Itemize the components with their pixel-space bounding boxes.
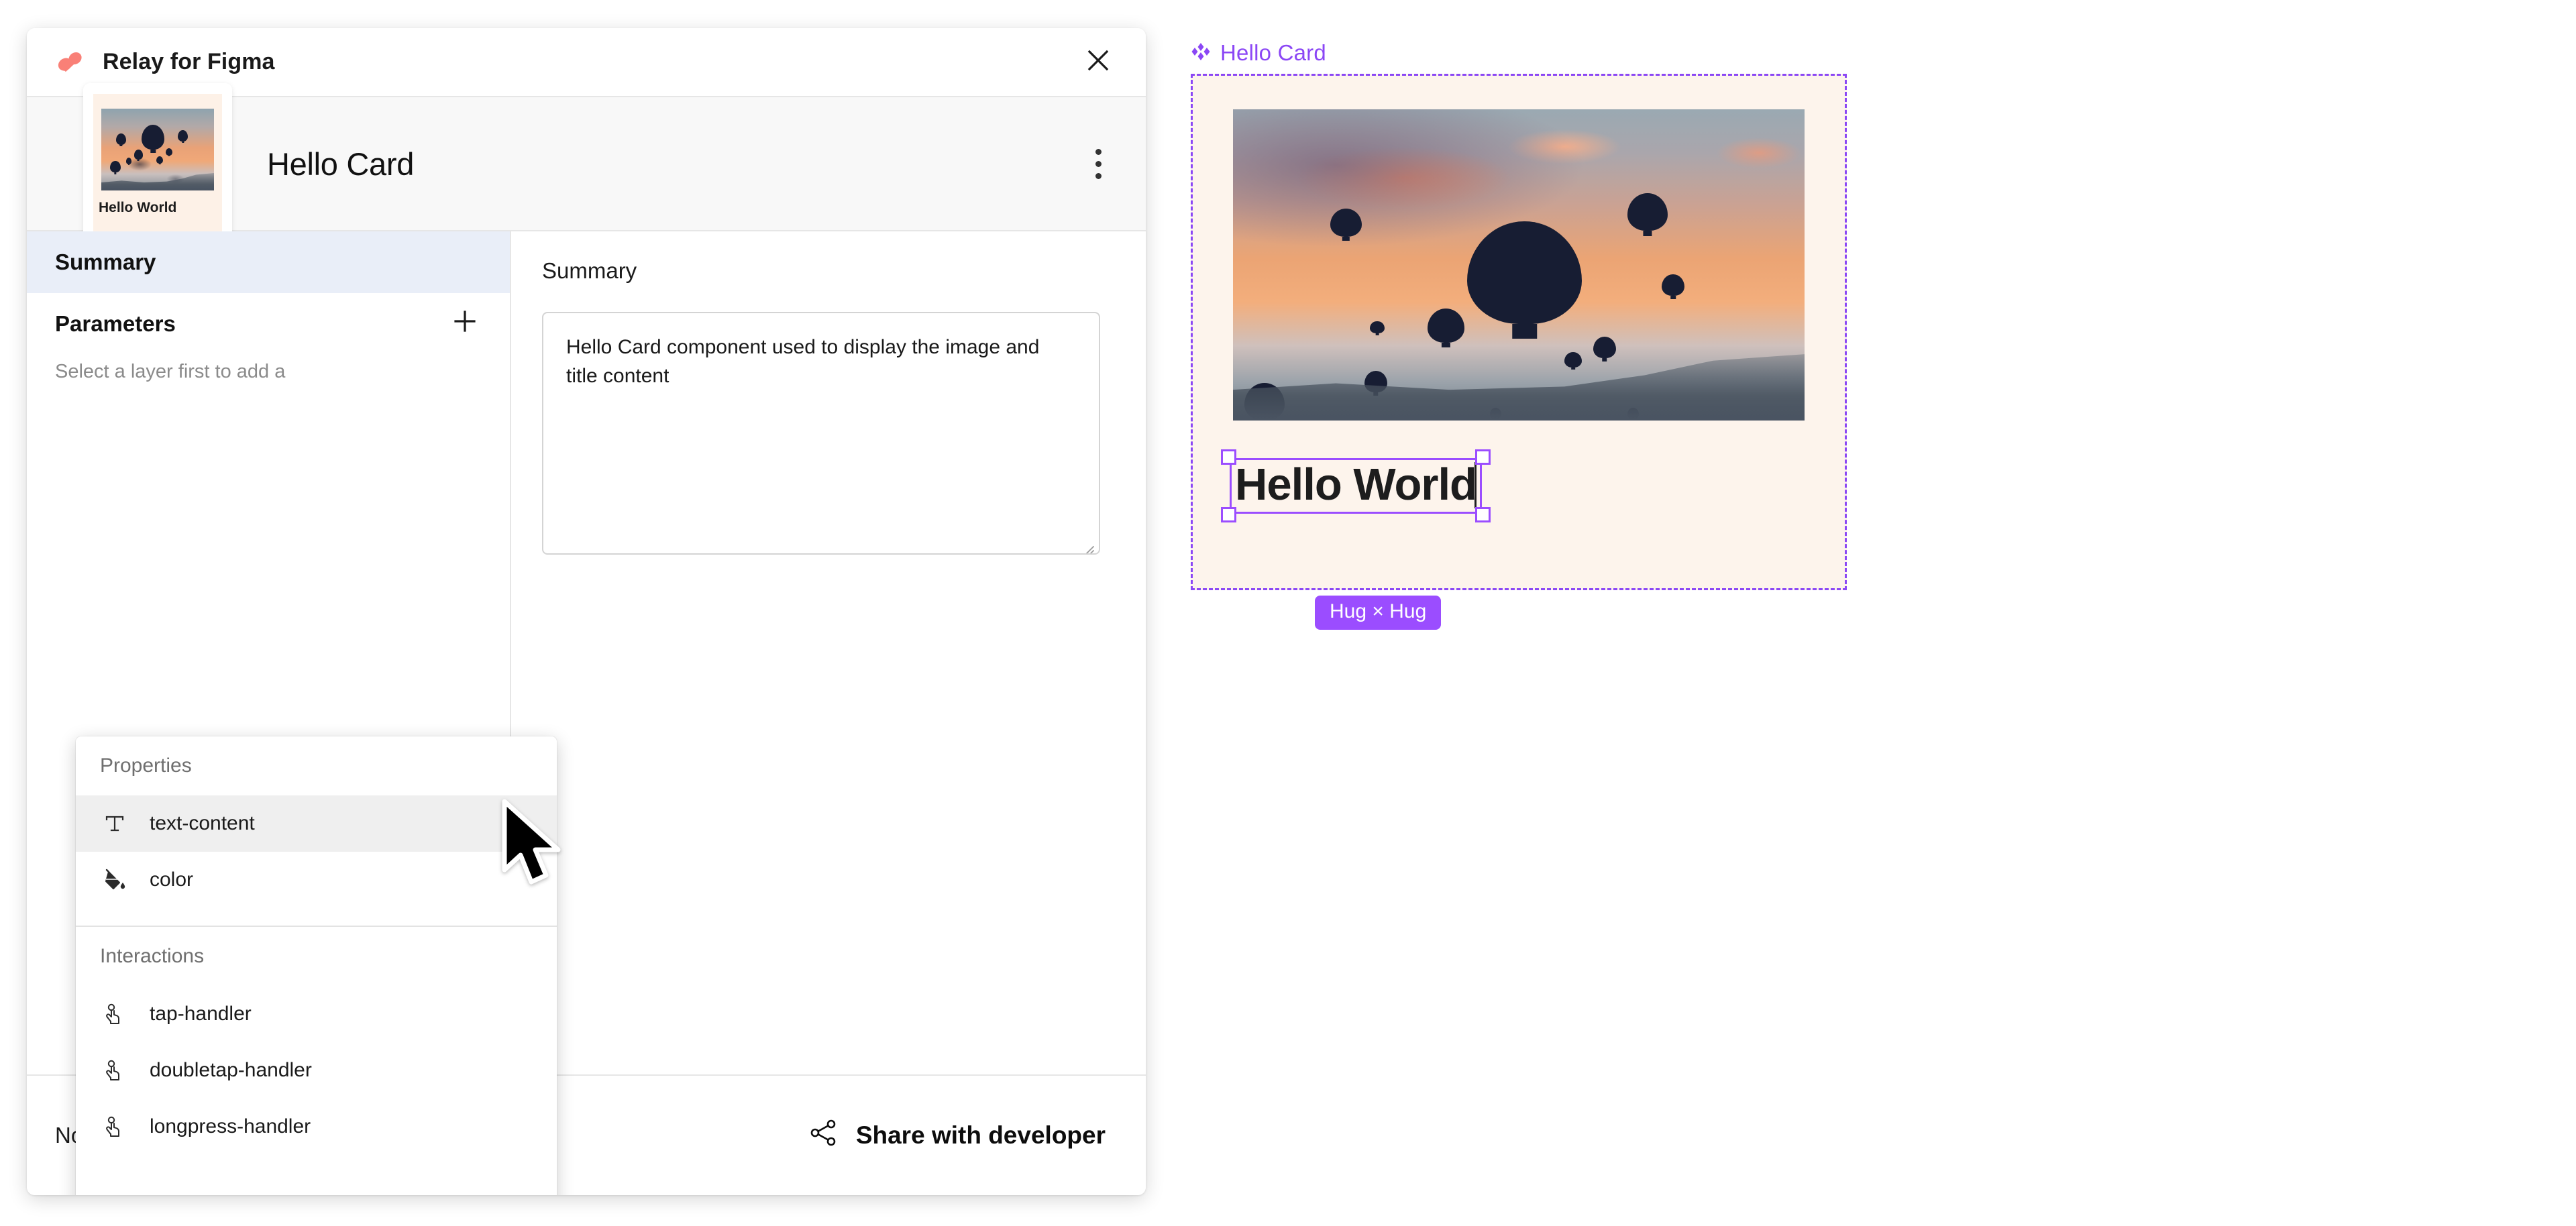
relay-plugin-panel: Relay for Figma Hello World Hello Card S… [27, 28, 1146, 1195]
share-nodes-icon [809, 1118, 839, 1154]
share-button-label: Share with developer [855, 1121, 1106, 1149]
summary-textarea-value: Hello Card component used to display the… [566, 336, 1040, 387]
frame-label-text: Hello Card [1220, 40, 1326, 65]
close-icon [1085, 47, 1112, 77]
dropdown-item-label: tap-handler [150, 1003, 252, 1025]
figma-canvas: Hello Card Hello World [1191, 40, 1847, 590]
close-button[interactable] [1077, 42, 1119, 83]
dropdown-item-label: doubletap-handler [150, 1059, 312, 1081]
resize-handle-top-left[interactable] [1221, 449, 1236, 465]
component-name: Hello Card [267, 146, 415, 182]
summary-pane-label: Summary [542, 258, 637, 283]
share-with-developer-button[interactable]: Share with developer [809, 1118, 1106, 1154]
dropdown-item-text-content[interactable]: text-content [76, 795, 557, 852]
horizon-ground [1233, 354, 1805, 421]
frame-label[interactable]: Hello Card [1191, 40, 1847, 66]
right-column: Summary Hello Card component used to dis… [511, 231, 1146, 1074]
relay-logo-icon [55, 47, 85, 77]
size-badge: Hug × Hug [1315, 596, 1442, 630]
parameter-type-dropdown: Properties text-content color Interactio… [76, 736, 557, 1195]
resize-handle-bottom-right[interactable] [1475, 507, 1491, 522]
parameters-title: Parameters [55, 311, 176, 336]
hello-card-frame[interactable]: Hello World [1191, 74, 1847, 590]
thumbnail-image [101, 109, 214, 190]
figma-component-icon [1191, 42, 1211, 65]
text-type-icon [100, 809, 129, 838]
dropdown-group-label-properties: Properties [100, 755, 192, 777]
dropdown-item-label: color [150, 869, 194, 891]
dropdown-item-tap-handler[interactable]: tap-handler [76, 986, 557, 1042]
paint-bucket-icon [100, 865, 129, 895]
add-parameter-button[interactable] [448, 307, 482, 341]
component-options-button[interactable] [1077, 143, 1119, 184]
summary-textarea[interactable]: Hello Card component used to display the… [542, 312, 1100, 555]
parameters-hint: Select a layer first to add a [55, 361, 286, 382]
sidebar-item-label: Summary [55, 249, 156, 274]
thumbnail-title: Hello World [99, 200, 177, 215]
card-hero-image[interactable] [1233, 109, 1805, 421]
plus-icon [450, 306, 480, 341]
left-column: Summary Parameters Select a layer first … [27, 231, 561, 1195]
dropdown-item-longpress-handler[interactable]: longpress-handler [76, 1099, 557, 1155]
hello-world-text: Hello World [1235, 459, 1477, 510]
dropdown-item-label: longpress-handler [150, 1115, 311, 1137]
dropdown-item-label: text-content [150, 812, 255, 834]
tap-gesture-icon [100, 1056, 129, 1085]
tap-gesture-icon [100, 999, 129, 1029]
resize-handle-top-right[interactable] [1475, 449, 1491, 465]
hello-world-text-node[interactable]: Hello World [1221, 449, 1491, 522]
dropdown-item-color[interactable]: color [76, 852, 557, 908]
resize-handle-bottom-left[interactable] [1221, 507, 1236, 522]
dropdown-group-label-interactions: Interactions [100, 945, 205, 967]
dropdown-item-doubletap-handler[interactable]: doubletap-handler [76, 1042, 557, 1099]
component-header: Hello World Hello Card [27, 83, 1146, 244]
thumbnail-card: Hello World [93, 94, 222, 232]
parameters-section-header: Parameters [27, 293, 510, 355]
tap-gesture-icon [100, 1112, 129, 1141]
brand-group: Relay for Figma [55, 47, 275, 77]
text-caret [1474, 462, 1477, 508]
resize-grip-icon [1080, 536, 1095, 553]
kebab-menu-icon [1095, 148, 1102, 179]
sidebar-item-summary[interactable]: Summary [27, 231, 510, 293]
panel-body: Summary Parameters Select a layer first … [27, 231, 1146, 1195]
component-thumbnail: Hello World [83, 83, 232, 244]
app-title: Relay for Figma [103, 49, 275, 74]
